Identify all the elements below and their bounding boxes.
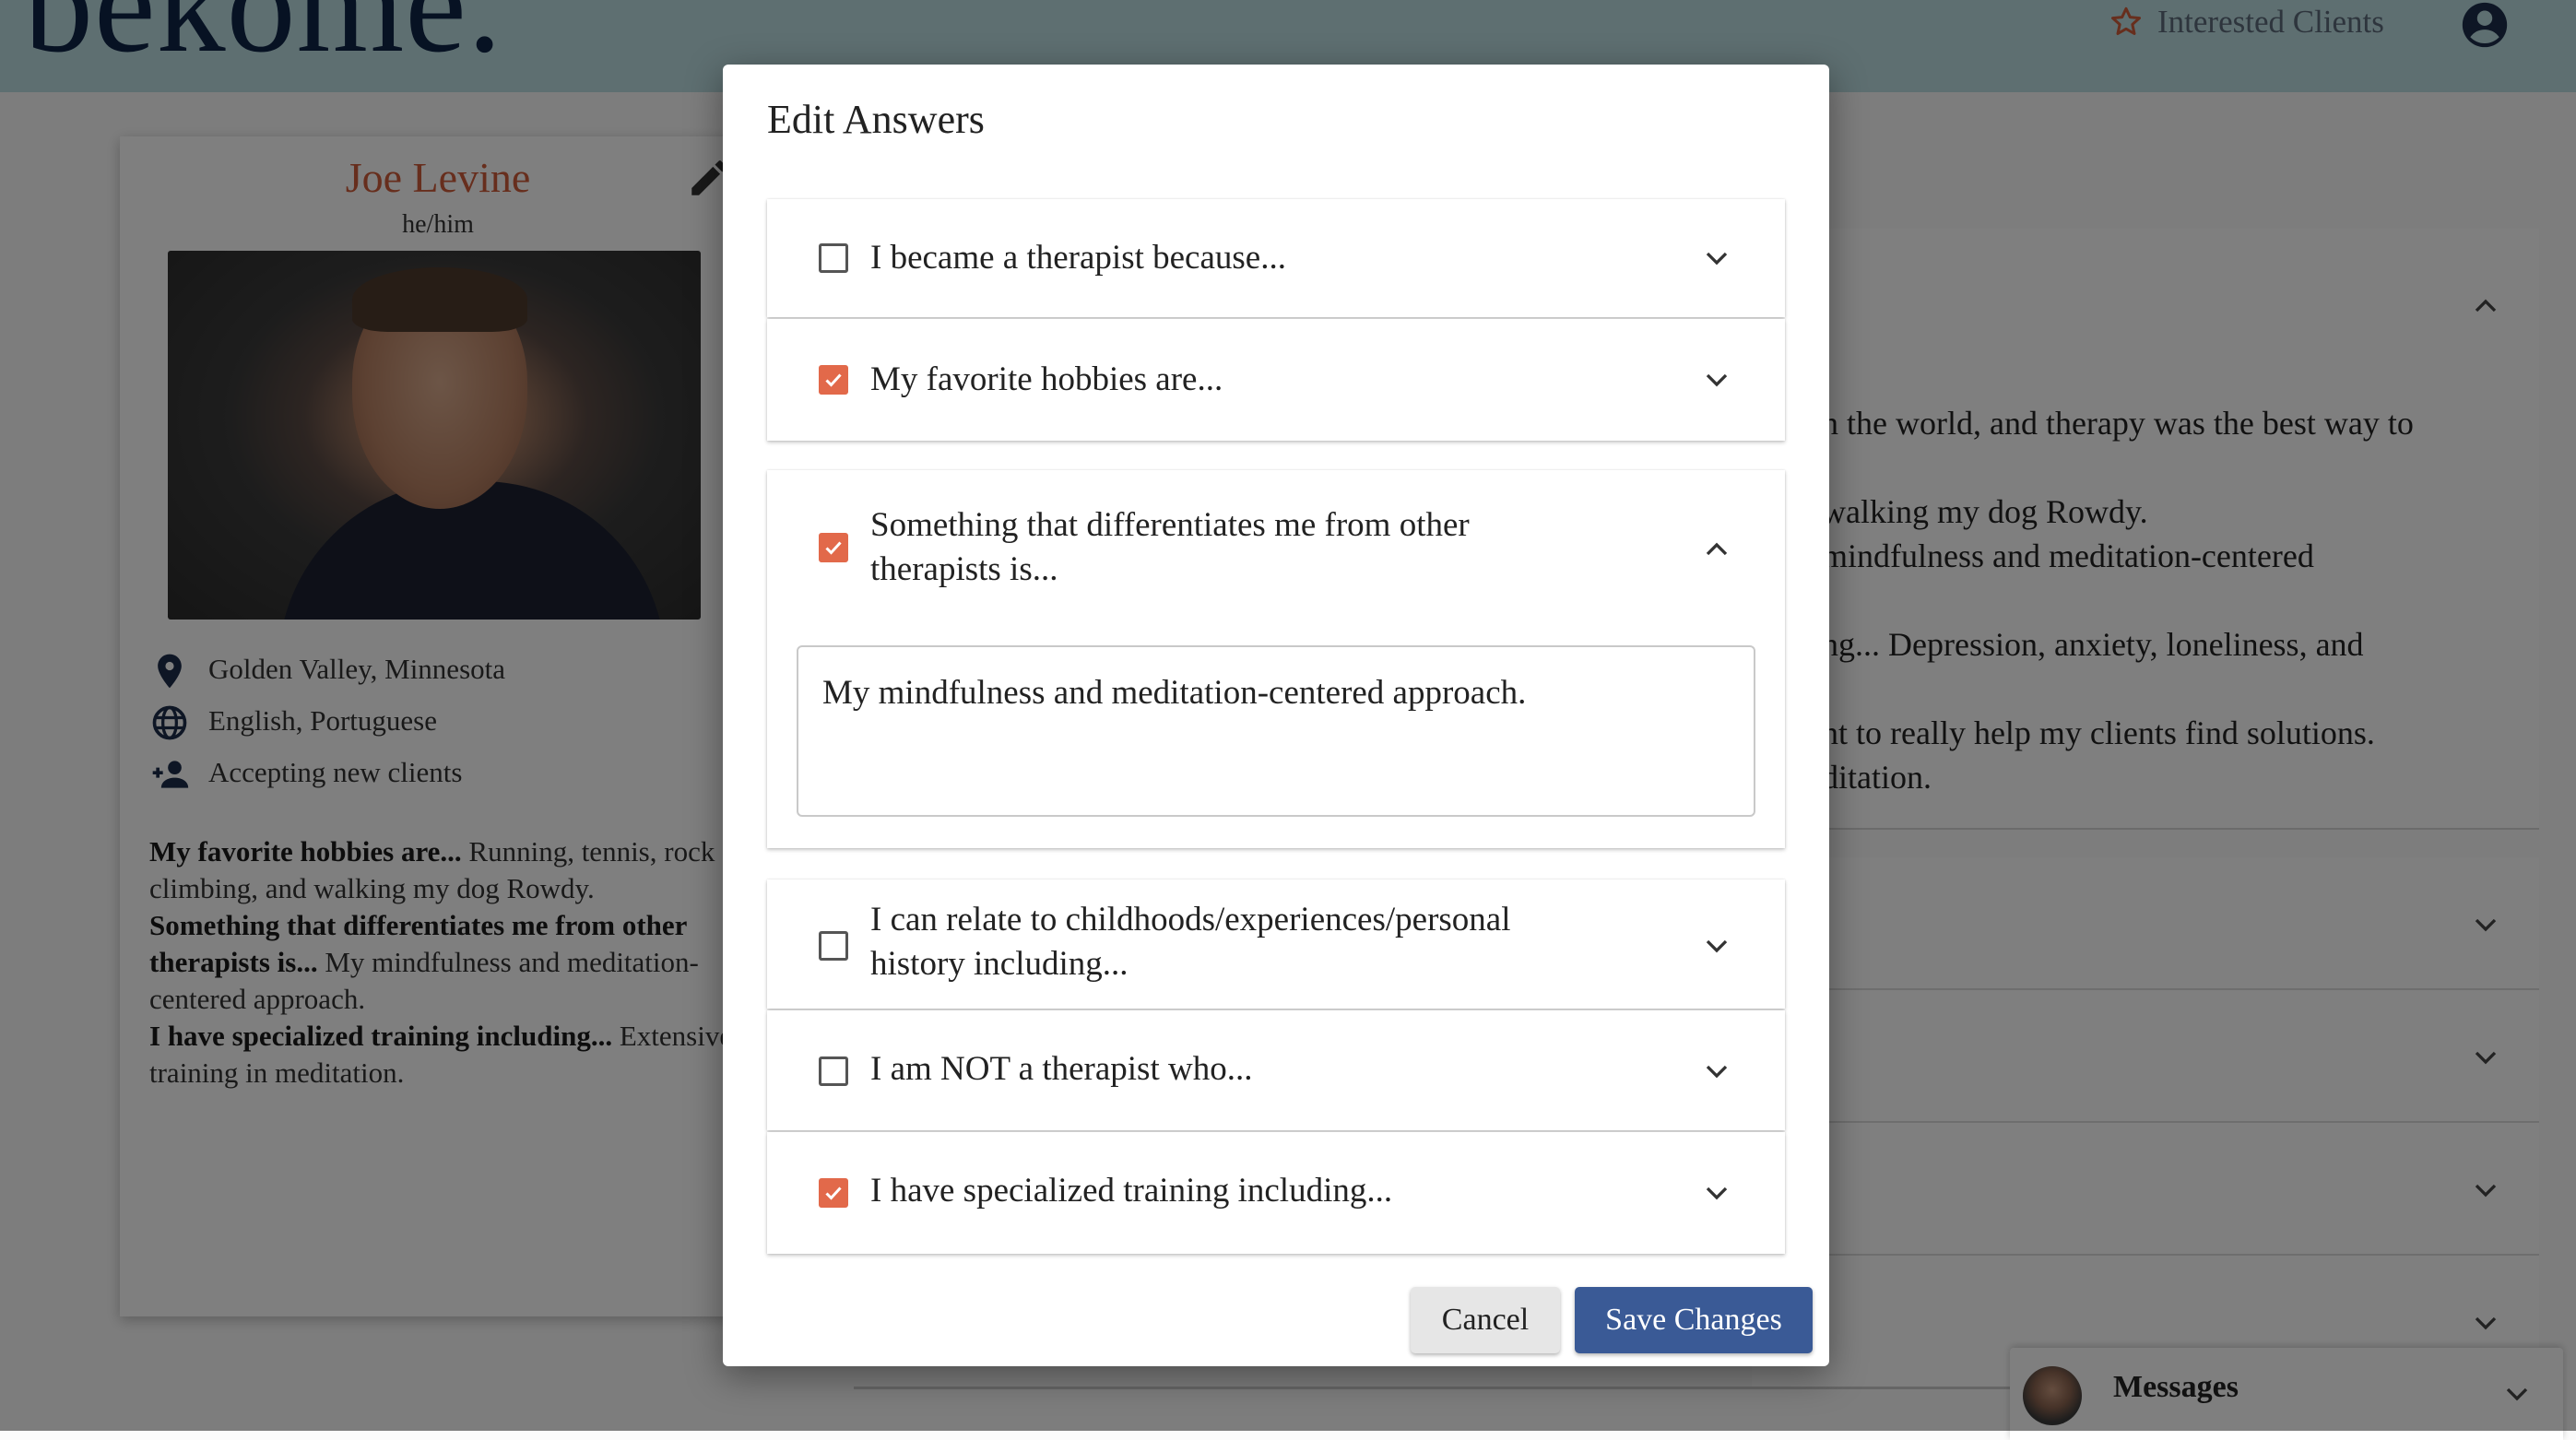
answer-question: I have specialized training including...: [870, 1172, 1393, 1210]
answer-question: Something that differentiates me from ot…: [870, 506, 1470, 588]
chevron-down-icon[interactable]: [1698, 1174, 1735, 1211]
answer-question: I am NOT a therapist who...: [870, 1050, 1253, 1088]
answer-checkbox[interactable]: [819, 931, 848, 961]
chevron-up-icon[interactable]: [1698, 531, 1735, 568]
checkmark-icon: [825, 1186, 842, 1200]
answer-question: I can relate to childhoods/experiences/p…: [870, 901, 1511, 983]
dialog-title: Edit Answers: [767, 97, 985, 142]
chevron-down-icon[interactable]: [1698, 240, 1735, 277]
answer-checkbox[interactable]: [819, 365, 848, 395]
answer-checkbox[interactable]: [819, 533, 848, 562]
answer-checkbox[interactable]: [819, 1056, 848, 1086]
answer-accordion-expanded[interactable]: Something that differentiates me from ot…: [767, 470, 1785, 848]
cancel-button[interactable]: Cancel: [1411, 1287, 1560, 1353]
checkmark-icon: [825, 373, 842, 387]
checkmark-icon: [825, 541, 842, 555]
answer-accordion[interactable]: I became a therapist because...: [767, 199, 1785, 317]
answer-accordion[interactable]: I have specialized training including...: [767, 1132, 1785, 1254]
save-changes-button[interactable]: Save Changes: [1575, 1287, 1813, 1353]
edit-answers-dialog: Edit Answers I became a therapist becaus…: [723, 65, 1829, 1366]
answer-question: I became a therapist because...: [870, 239, 1286, 277]
answer-checkbox[interactable]: [819, 243, 848, 273]
answer-question: My favorite hobbies are...: [870, 360, 1223, 398]
chevron-down-icon[interactable]: [1698, 361, 1735, 398]
answer-accordion[interactable]: I can relate to childhoods/experiences/p…: [767, 879, 1785, 1009]
answer-accordion[interactable]: My favorite hobbies are...: [767, 319, 1785, 441]
chevron-down-icon[interactable]: [1698, 1053, 1735, 1090]
answer-accordion[interactable]: I am NOT a therapist who...: [767, 1010, 1785, 1130]
chevron-down-icon[interactable]: [1698, 927, 1735, 964]
answer-checkbox[interactable]: [819, 1178, 848, 1208]
answer-textarea[interactable]: My mindfulness and meditation-centered a…: [797, 645, 1755, 817]
